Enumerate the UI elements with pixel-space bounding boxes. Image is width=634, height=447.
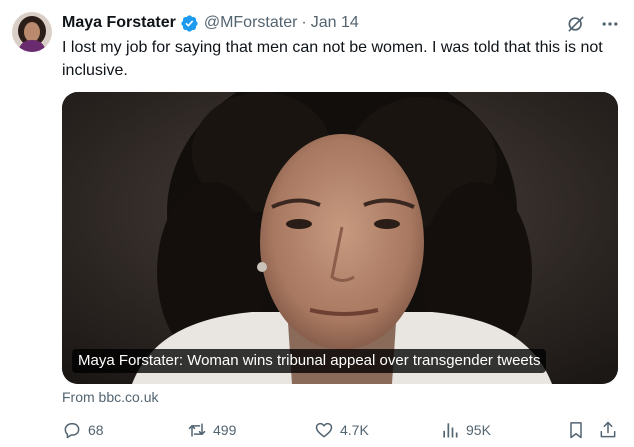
tweet-date[interactable]: Jan 14 — [311, 14, 359, 32]
bookmark-icon — [566, 420, 586, 440]
like-button[interactable]: 4.7K — [314, 418, 369, 442]
like-count: 4.7K — [340, 422, 369, 438]
grok-icon[interactable] — [566, 14, 586, 34]
author-name[interactable]: Maya Forstater — [62, 14, 176, 32]
verified-badge-icon[interactable] — [180, 14, 199, 33]
retweet-icon — [187, 420, 207, 440]
tweet-header: Maya Forstater @MForstater · Jan 14 — [62, 12, 359, 34]
reply-button[interactable]: 68 — [62, 418, 104, 442]
avatar[interactable] — [12, 12, 52, 52]
reply-count: 68 — [88, 422, 104, 438]
share-button[interactable] — [598, 418, 618, 442]
views-icon — [440, 420, 460, 440]
reply-icon — [62, 420, 82, 440]
author-handle[interactable]: @MForstater — [204, 14, 298, 32]
share-icon — [598, 420, 618, 440]
card-source[interactable]: From bbc.co.uk — [62, 389, 158, 405]
bookmark-button[interactable] — [566, 418, 586, 442]
views-button[interactable]: 95K — [440, 418, 491, 442]
retweet-button[interactable]: 499 — [187, 418, 236, 442]
tweet-top-actions — [566, 14, 620, 34]
tweet-actions: 68 499 4.7K 95K — [54, 418, 622, 442]
views-count: 95K — [466, 422, 491, 438]
card-image — [62, 92, 618, 384]
avatar-image — [12, 12, 52, 52]
tweet-text: I lost my job for saying that men can no… — [62, 39, 603, 79]
more-icon[interactable] — [600, 14, 620, 34]
link-card[interactable]: Maya Forstater: Woman wins tribunal appe… — [62, 92, 618, 384]
heart-icon — [314, 420, 334, 440]
tweet[interactable]: Maya Forstater @MForstater · Jan 14 I lo — [0, 0, 634, 447]
header-separator: · — [301, 14, 307, 31]
retweet-count: 499 — [213, 422, 237, 438]
card-caption[interactable]: Maya Forstater: Woman wins tribunal appe… — [72, 349, 547, 373]
